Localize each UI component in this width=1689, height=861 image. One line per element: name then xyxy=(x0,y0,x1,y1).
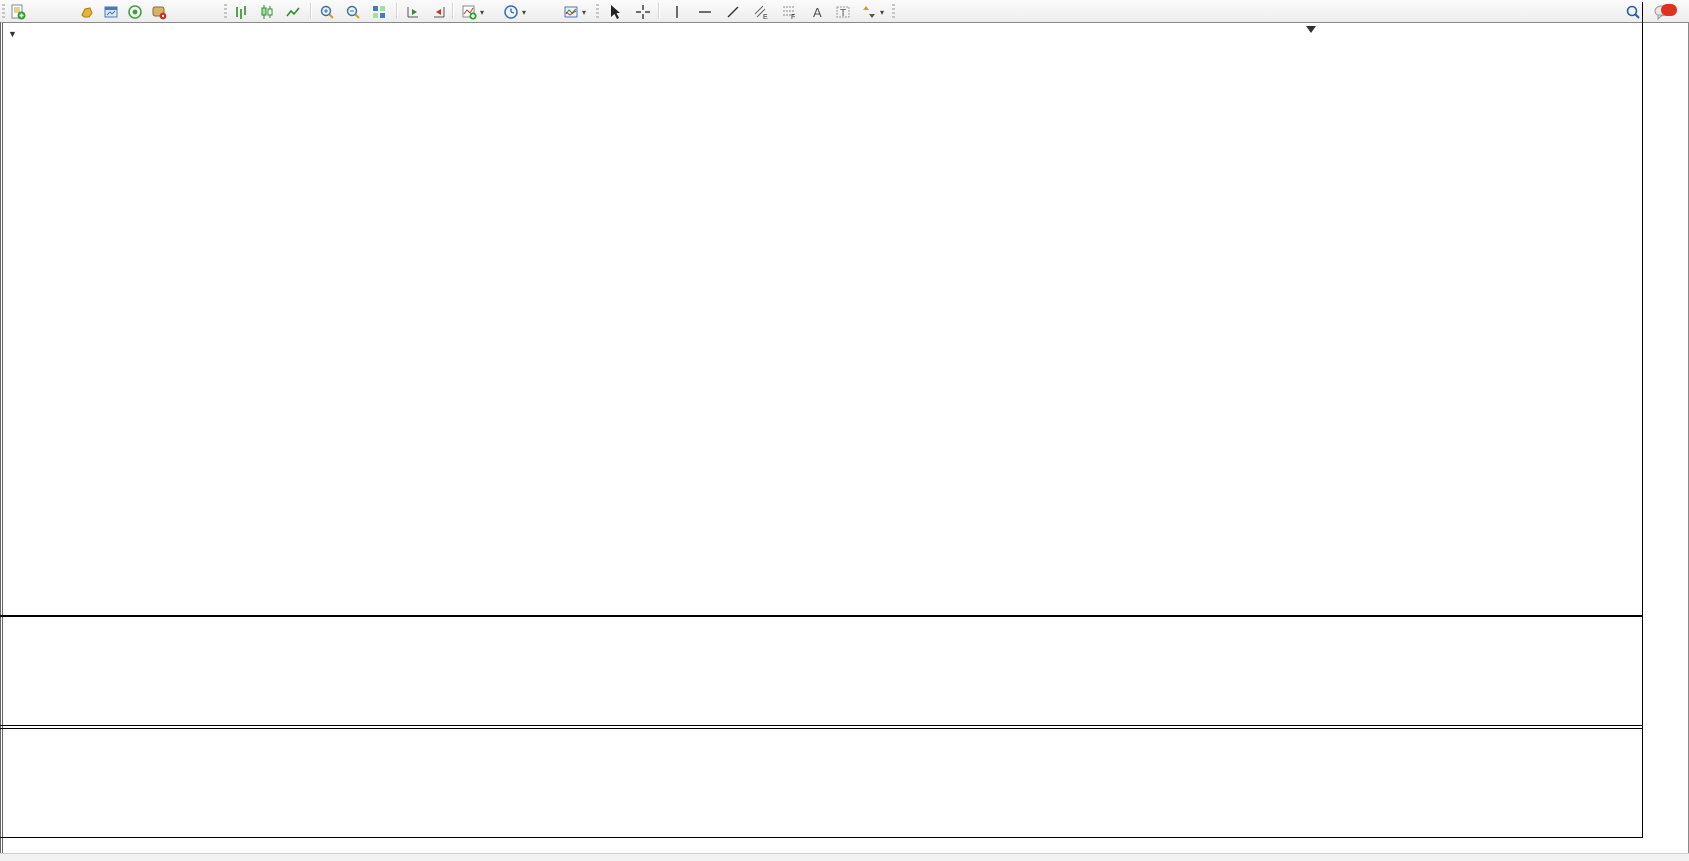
zoom-in-button[interactable] xyxy=(316,2,338,22)
new-order-icon xyxy=(10,4,26,20)
line-chart-mode-button[interactable] xyxy=(282,2,304,22)
arrows-tool-button[interactable]: ▾ xyxy=(858,2,887,22)
bar-chart-icon xyxy=(233,4,249,20)
templates-button[interactable]: ▾ xyxy=(560,2,589,22)
tile-windows-icon xyxy=(371,4,387,20)
notifications-button[interactable] xyxy=(1650,2,1674,22)
pane-separator[interactable] xyxy=(0,837,1642,838)
data-window-button[interactable] xyxy=(100,2,122,22)
svg-text:A: A xyxy=(813,5,822,20)
search-button[interactable] xyxy=(1622,2,1644,22)
main-toolbar: ▾ ▾ ▾ E F A T ▾ xyxy=(0,0,1689,23)
svg-text:E: E xyxy=(763,14,768,20)
trendline-icon xyxy=(725,4,741,20)
zoom-out-icon xyxy=(345,4,361,20)
market-watch-button[interactable] xyxy=(76,2,98,22)
chart-shift-button[interactable] xyxy=(428,2,450,22)
hline-tool-button[interactable] xyxy=(694,2,716,22)
bar-chart-mode-button[interactable] xyxy=(230,2,252,22)
pane-separator[interactable] xyxy=(0,728,1642,729)
indicators-button[interactable]: ▾ xyxy=(458,2,487,22)
zoom-in-icon xyxy=(319,4,335,20)
arrows-caret-icon: ▾ xyxy=(880,8,884,17)
chart-shift-marker[interactable] xyxy=(1306,26,1316,33)
signals-button[interactable] xyxy=(124,2,146,22)
pane-separator[interactable] xyxy=(0,615,1642,617)
channel-icon: E xyxy=(753,4,769,20)
clock-icon xyxy=(503,4,519,20)
auto-scroll-button[interactable] xyxy=(402,2,424,22)
text-tool-button[interactable]: A xyxy=(806,2,828,22)
new-order-button[interactable] xyxy=(7,2,32,22)
fibonacci-tool-button[interactable]: F xyxy=(778,2,800,22)
candlestick-icon xyxy=(259,4,275,20)
price-axis-line xyxy=(1642,2,1643,838)
text-label-icon: T xyxy=(835,4,851,20)
crosshair-icon xyxy=(635,4,651,20)
svg-text:T: T xyxy=(840,8,846,19)
channel-tool-button[interactable]: E xyxy=(750,2,772,22)
toolbar-grip[interactable] xyxy=(224,4,227,18)
notification-badge xyxy=(1661,4,1677,16)
chart-shift-icon xyxy=(431,4,447,20)
vline-tool-button[interactable] xyxy=(666,2,688,22)
pane-separator[interactable] xyxy=(0,725,1642,726)
toolbar-grip[interactable] xyxy=(596,4,599,18)
cursor-icon xyxy=(607,4,623,20)
toolbar-grip[interactable] xyxy=(892,4,895,18)
chart-window[interactable] xyxy=(0,22,1689,858)
indicators-caret-icon: ▾ xyxy=(480,8,484,17)
fibonacci-icon: F xyxy=(781,4,797,20)
periods-caret-icon: ▾ xyxy=(522,8,526,17)
autotrade-icon xyxy=(151,4,167,20)
hline-icon xyxy=(697,4,713,20)
auto-scroll-icon xyxy=(405,4,421,20)
signal-icon xyxy=(127,4,143,20)
toolbar-grip[interactable] xyxy=(2,4,5,18)
one-click-trading-toggle[interactable]: ▼ xyxy=(8,29,17,39)
svg-text:F: F xyxy=(791,14,795,20)
trendline-tool-button[interactable] xyxy=(722,2,744,22)
zoom-out-button[interactable] xyxy=(342,2,364,22)
gold-icon xyxy=(79,4,95,20)
arrows-icon xyxy=(861,4,877,20)
chart-title: ▼ xyxy=(8,29,29,39)
vline-icon xyxy=(669,4,685,20)
indicators-icon xyxy=(461,4,477,20)
cursor-tool-button[interactable] xyxy=(604,2,626,22)
text-icon: A xyxy=(809,4,825,20)
tile-windows-button[interactable] xyxy=(368,2,390,22)
crosshair-tool-button[interactable] xyxy=(632,2,654,22)
templates-caret-icon: ▾ xyxy=(582,8,586,17)
periods-button[interactable]: ▾ xyxy=(500,2,529,22)
template-icon xyxy=(563,4,579,20)
window-icon xyxy=(103,4,119,20)
candlestick-mode-button[interactable] xyxy=(256,2,278,22)
search-icon xyxy=(1625,4,1641,20)
autotrade-button[interactable] xyxy=(148,2,173,22)
line-chart-icon xyxy=(285,4,301,20)
text-label-tool-button[interactable]: T xyxy=(832,2,854,22)
